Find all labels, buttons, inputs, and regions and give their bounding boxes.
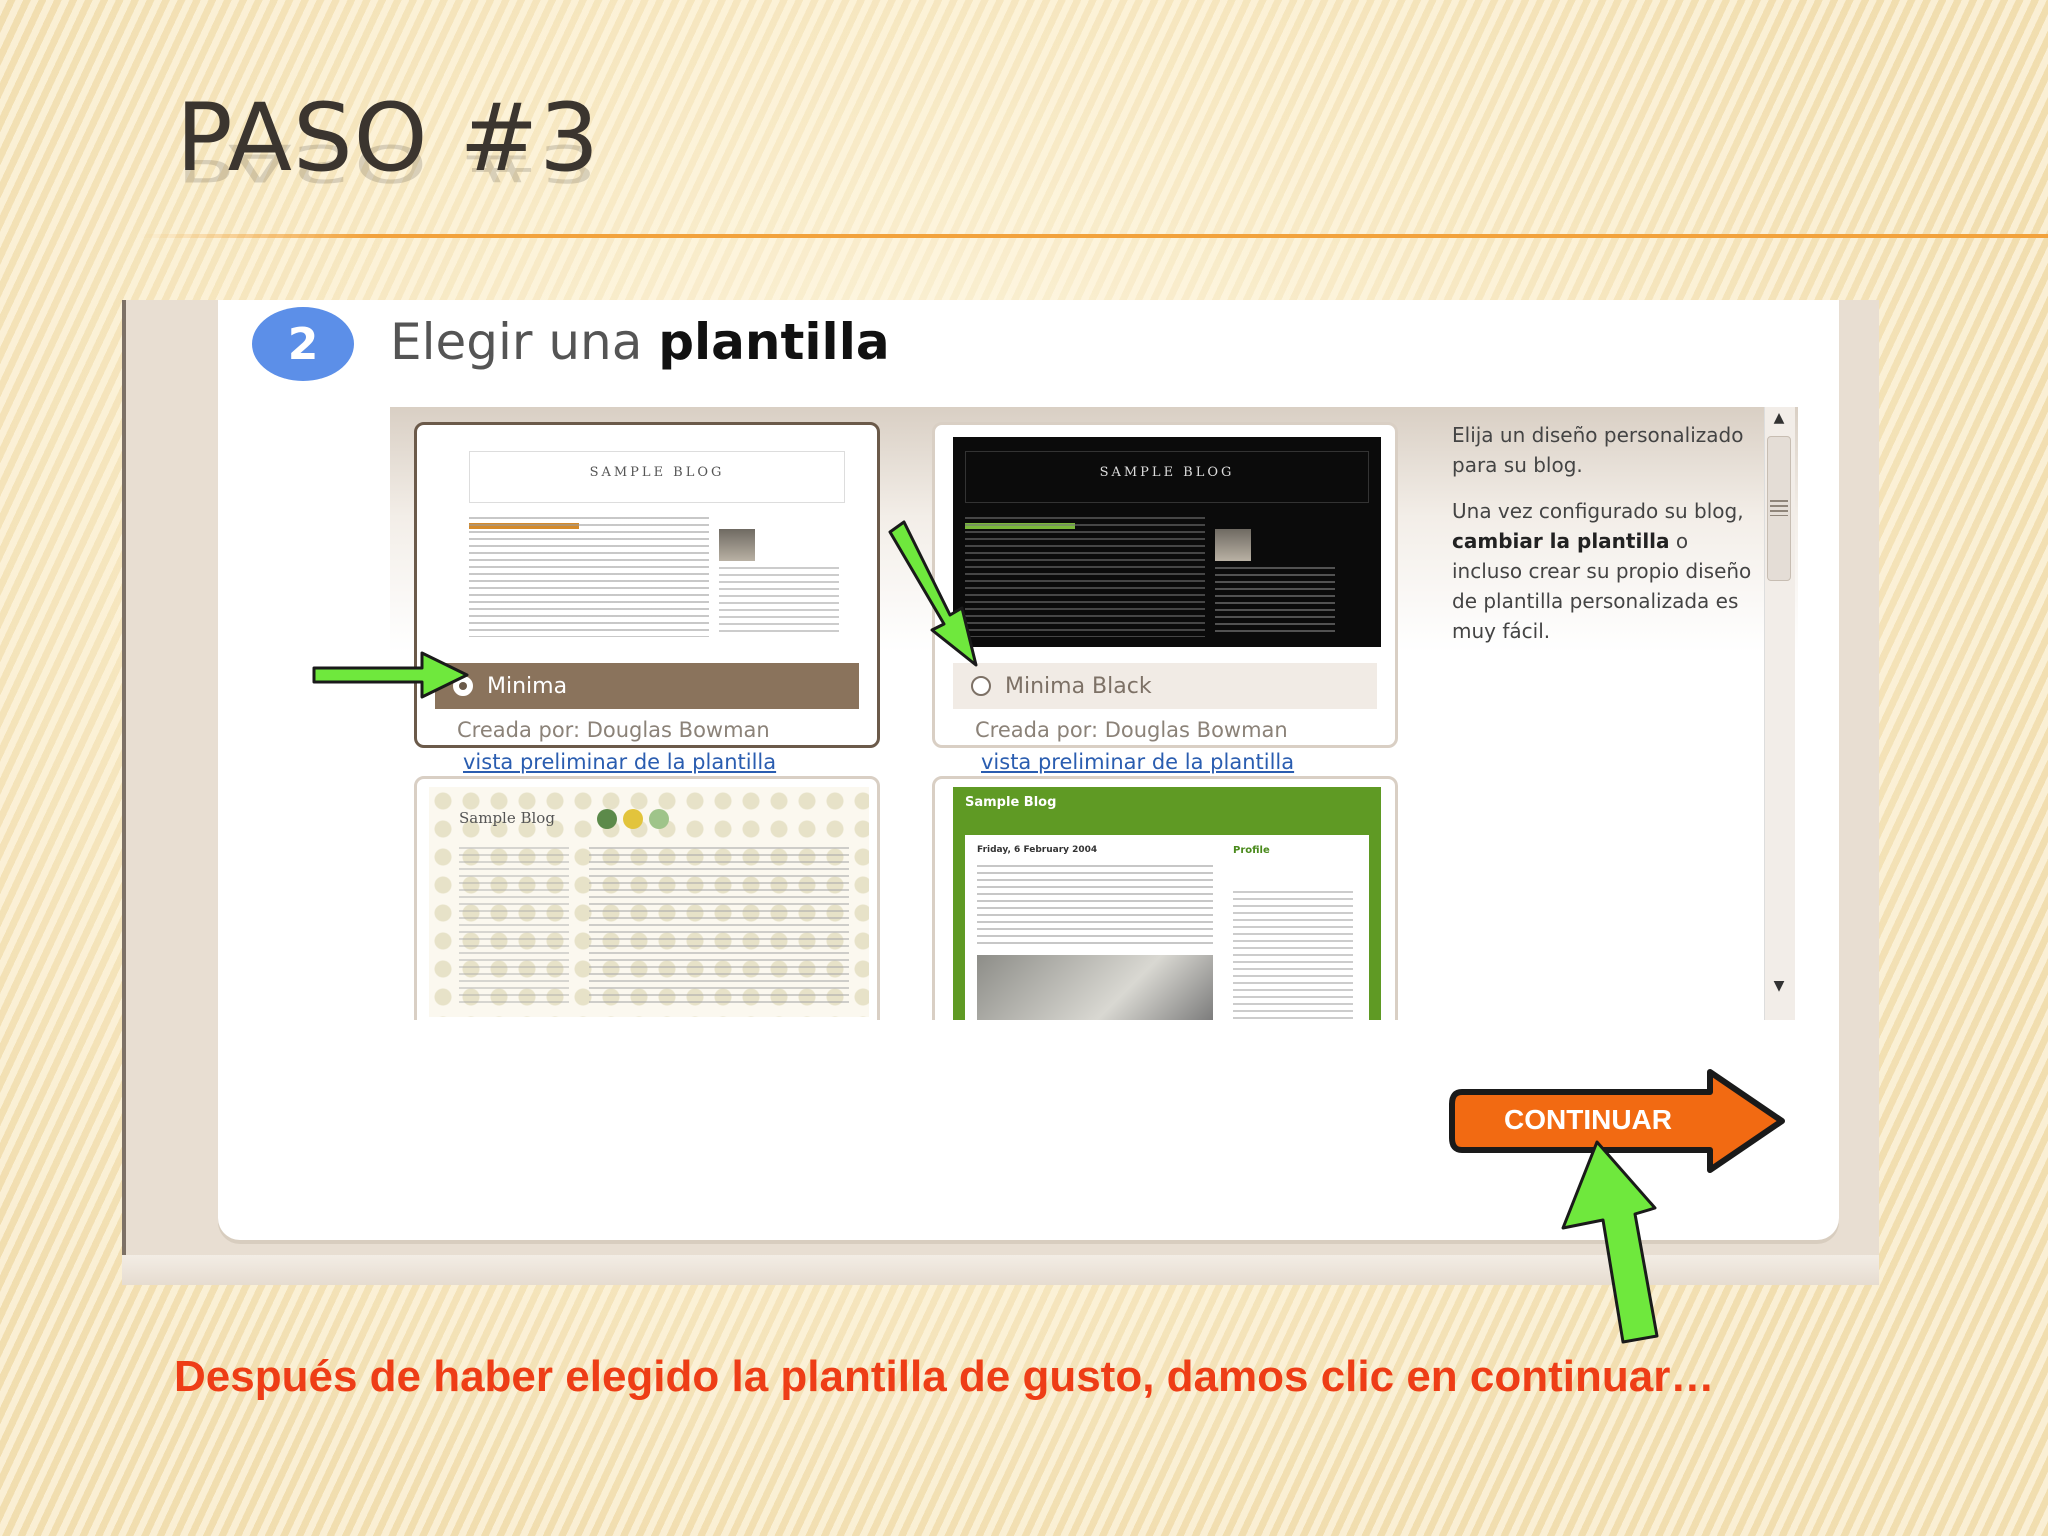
- template-thumbnail-minima-black: SAMPLE BLOG: [953, 437, 1381, 647]
- template-option-minima[interactable]: Minima: [435, 663, 859, 709]
- template-name: Minima: [487, 673, 568, 699]
- thumb-post-date: Friday, 6 February 2004: [977, 845, 1098, 855]
- thumb-post-text: [589, 847, 849, 1007]
- thumb-blog-title: SAMPLE BLOG: [1099, 465, 1235, 480]
- annotation-arrow-down-icon: [888, 520, 978, 667]
- preview-link-minima-black[interactable]: vista preliminar de la plantilla: [981, 750, 1294, 774]
- title-divider: [140, 234, 2048, 238]
- thumb-blog-title: Sample Blog: [459, 809, 555, 827]
- template-name: Minima Black: [1005, 673, 1152, 699]
- thumb-sidebar-text: [459, 847, 569, 1007]
- scroll-down-arrow-icon[interactable]: ▼: [1768, 978, 1790, 998]
- thumb-sidebar-text: [719, 567, 839, 637]
- thumb-sidebar-text: [1215, 567, 1335, 637]
- description-paragraph-1: Elija un diseño personalizado para su bl…: [1452, 423, 1744, 477]
- thumb-sidebar-text: [1233, 891, 1353, 1020]
- thumb-profile-photo: [719, 529, 755, 561]
- template-card-minima-black[interactable]: SAMPLE BLOG Minima Black Creada por: Dou…: [932, 422, 1398, 748]
- thumb-blog-title: Sample Blog: [965, 795, 1057, 810]
- description-paragraph-2: Una vez configurado su blog, cambiar la …: [1452, 496, 1752, 646]
- step-heading-prefix: Elegir una: [390, 313, 659, 371]
- template-author: Creada por: Douglas Bowman: [457, 718, 770, 742]
- description-emphasis: cambiar la plantilla: [1452, 529, 1670, 553]
- thumb-post-text: [977, 865, 1213, 945]
- template-card-minima[interactable]: SAMPLE BLOG Minima Creada por: Douglas B…: [414, 422, 880, 748]
- annotation-arrow-up-icon: [1561, 1140, 1659, 1344]
- thumb-post-text: [469, 517, 709, 637]
- template-card-green[interactable]: Sample Blog Friday, 6 February 2004 Prof…: [932, 776, 1398, 1020]
- thumb-profile-photo: [1215, 529, 1251, 561]
- template-thumbnail-dots: Sample Blog: [429, 787, 869, 1017]
- annotation-arrow-right-icon: [312, 651, 469, 699]
- template-description: Elija un diseño personalizado para su bl…: [1452, 420, 1752, 662]
- thumb-sidebar-heading: Profile: [1233, 845, 1270, 856]
- template-thumbnail-minima: SAMPLE BLOG: [457, 437, 857, 647]
- scroll-up-arrow-icon[interactable]: ▲: [1768, 410, 1790, 430]
- slide-title: PASO #3: [176, 84, 601, 193]
- scrollbar-grip-icon: [1770, 500, 1788, 516]
- thumb-dot-yellow: [623, 809, 643, 829]
- thumb-dot-light-green: [649, 809, 669, 829]
- template-card-dots[interactable]: Sample Blog: [414, 776, 880, 1020]
- thumb-post-image: [977, 955, 1213, 1020]
- template-option-minima-black[interactable]: Minima Black: [953, 663, 1377, 709]
- radio-unselected-icon[interactable]: [971, 676, 991, 696]
- thumb-body: Friday, 6 February 2004 Profile: [965, 835, 1369, 1020]
- preview-link-minima[interactable]: vista preliminar de la plantilla: [463, 750, 776, 774]
- slide-caption: Después de haber elegido la plantilla de…: [174, 1352, 1715, 1401]
- thumb-blog-title: SAMPLE BLOG: [589, 465, 725, 480]
- step-number-badge: 2: [252, 307, 354, 381]
- panel-left-edge: [122, 300, 126, 1285]
- thumb-dot-green: [597, 809, 617, 829]
- template-thumbnail-green: Sample Blog Friday, 6 February 2004 Prof…: [953, 787, 1381, 1020]
- step-heading-bold: plantilla: [658, 313, 890, 371]
- template-author: Creada por: Douglas Bowman: [975, 718, 1288, 742]
- description-text: Una vez configurado su blog,: [1452, 499, 1744, 523]
- thumb-post-text: [965, 517, 1205, 637]
- step-heading: Elegir una plantilla: [390, 315, 890, 370]
